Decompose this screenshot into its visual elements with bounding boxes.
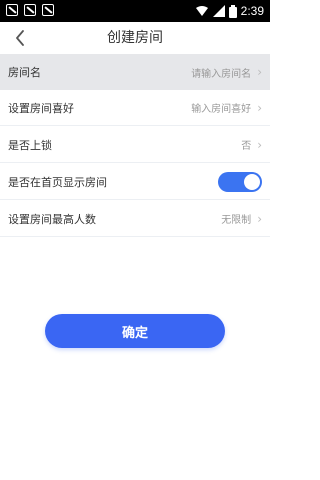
lock-value: 否	[241, 141, 252, 152]
max-people-label: 设置房间最高人数	[8, 212, 96, 226]
notification-icon	[42, 4, 54, 16]
page-title: 创建房间	[107, 30, 163, 46]
signal-icon	[212, 5, 225, 17]
room-name-label: 房间名	[8, 66, 41, 79]
show-home-label: 是否在首页显示房间	[8, 175, 107, 189]
battery-icon	[228, 4, 237, 18]
chevron-right-icon: ›	[257, 211, 262, 226]
system-status: 2:39	[195, 2, 264, 20]
lock-label: 是否上锁	[8, 138, 52, 152]
nav-bar: 创建房间	[0, 22, 270, 54]
chevron-right-icon: ›	[257, 65, 262, 79]
show-home-row: 是否在首页显示房间	[0, 164, 270, 200]
max-people-row[interactable]: 设置房间最高人数 无限制 ›	[0, 201, 270, 237]
show-home-toggle[interactable]	[218, 171, 262, 192]
lock-row[interactable]: 是否上锁 否 ›	[0, 127, 270, 163]
confirm-button[interactable]: 确定	[45, 314, 225, 348]
toggle-knob	[244, 173, 260, 190]
status-time: 2:39	[240, 4, 264, 18]
chevron-right-icon: ›	[257, 100, 262, 115]
notification-icon	[6, 4, 18, 16]
room-hobby-row[interactable]: 设置房间喜好 输入房间喜好 ›	[0, 90, 270, 126]
wifi-icon	[195, 6, 208, 16]
room-name-row[interactable]: 房间名 请输入房间名 ›	[0, 54, 270, 90]
status-bar: 2:39	[0, 0, 270, 22]
notification-icon	[24, 4, 36, 16]
room-hobby-placeholder[interactable]: 输入房间喜好	[191, 100, 251, 115]
notification-icons	[6, 4, 54, 16]
room-name-placeholder[interactable]: 请输入房间名	[191, 65, 251, 80]
room-hobby-label: 设置房间喜好	[8, 101, 74, 115]
max-people-value: 无限制	[221, 215, 252, 226]
chevron-right-icon: ›	[257, 137, 262, 152]
